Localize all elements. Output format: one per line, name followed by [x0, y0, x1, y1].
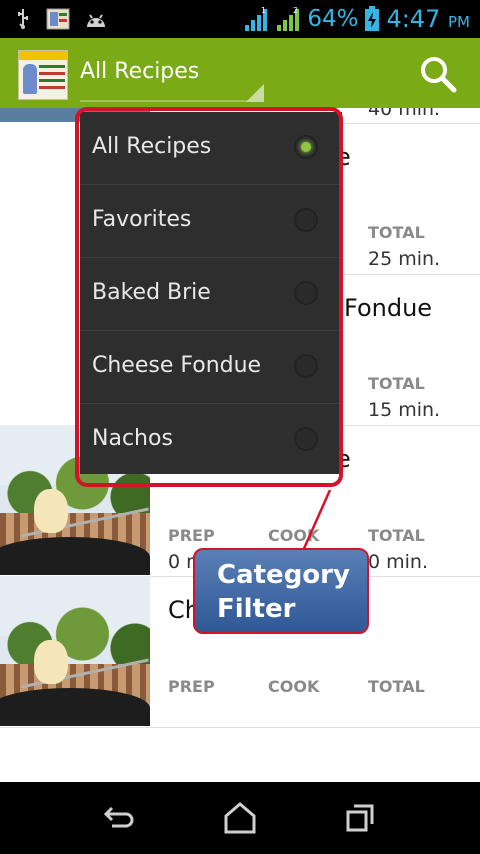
- recent-apps-icon[interactable]: [340, 800, 380, 836]
- radio-unselected-icon[interactable]: [294, 208, 318, 232]
- home-icon[interactable]: [220, 800, 260, 836]
- dropdown-item-all-recipes[interactable]: All Recipes: [80, 112, 342, 185]
- dropdown-item-label: Favorites: [92, 207, 192, 232]
- app-icon-figure: [23, 64, 37, 94]
- thumb-bread: [34, 640, 68, 684]
- dropdown-item-favorites[interactable]: Favorites: [80, 185, 342, 258]
- recipe-title: Fondue: [344, 294, 433, 322]
- radio-unselected-icon[interactable]: [294, 354, 318, 378]
- thumb-pot: [0, 537, 150, 575]
- status-system: 1 2 64% 4:47 PM: [243, 2, 470, 36]
- app-icon[interactable]: [18, 50, 68, 100]
- clock-ampm: PM: [448, 13, 470, 31]
- svg-text:1: 1: [261, 6, 266, 15]
- status-notifications: [14, 8, 108, 30]
- status-bar: 1 2 64% 4:47 PM: [0, 0, 480, 38]
- dropdown-item-nachos[interactable]: Nachos: [80, 404, 342, 476]
- recipe-total-value: 25 min.: [368, 248, 441, 270]
- recipe-total-label: TOTAL: [368, 374, 425, 393]
- search-icon[interactable]: [418, 54, 458, 94]
- spinner-underline: [80, 100, 264, 102]
- callout-line-2: Filter: [217, 594, 296, 624]
- dropdown-item-baked-brie[interactable]: Baked Brie: [80, 258, 342, 331]
- spinner-dropdown-indicator-icon: [246, 84, 264, 102]
- dropdown-item-label: Nachos: [92, 426, 173, 451]
- category-dropdown: All Recipes Favorites Baked Brie Cheese …: [80, 112, 342, 474]
- battery-charging-icon: [365, 6, 380, 31]
- thumb-bread: [34, 489, 68, 533]
- recipe-prep-label: PREP: [168, 677, 215, 696]
- radio-unselected-icon[interactable]: [294, 427, 318, 451]
- android-icon: [87, 14, 105, 27]
- dropdown-item-label: All Recipes: [92, 134, 212, 159]
- signal-1-icon: 1: [245, 6, 268, 31]
- dropdown-item-cheese-fondue[interactable]: Cheese Fondue: [80, 331, 342, 404]
- recipe-total-value: 0 min.: [368, 551, 428, 573]
- recipe-cook-label: COOK: [268, 677, 320, 696]
- thumb-pot: [0, 688, 150, 726]
- category-filter-callout: Category Filter: [193, 548, 369, 634]
- callout-line-1: Category: [217, 560, 350, 590]
- callout-text: Category Filter: [217, 558, 367, 626]
- usb-icon: [18, 9, 28, 29]
- clock-time: 4:47: [386, 5, 441, 33]
- app-icon-stripe: [19, 51, 67, 60]
- recipe-cook-label: COOK: [268, 526, 320, 545]
- notification-picture-icon: [46, 8, 70, 30]
- recipe-total-value: 15 min.: [368, 399, 441, 421]
- action-bar: All Recipes: [0, 38, 480, 108]
- recipe-total-value: 40 min.: [368, 108, 441, 120]
- radio-selected-icon[interactable]: [294, 135, 318, 159]
- dropdown-item-label: Baked Brie: [92, 280, 211, 305]
- recipe-total-label: TOTAL: [368, 223, 425, 242]
- battery-percent: 64%: [307, 6, 359, 32]
- navigation-bar: [0, 782, 480, 854]
- dropdown-item-label: Cheese Fondue: [92, 353, 262, 378]
- back-icon[interactable]: [100, 800, 140, 836]
- recipe-prep-label: PREP: [168, 526, 215, 545]
- app-icon-text-graphic: [39, 65, 65, 68]
- recipe-thumbnail: [0, 576, 150, 726]
- signal-2-icon: 2: [277, 6, 300, 31]
- recipe-total-label: TOTAL: [368, 677, 425, 696]
- category-spinner[interactable]: All Recipes: [80, 59, 199, 84]
- svg-text:2: 2: [293, 6, 298, 15]
- clock: 4:47 PM: [386, 5, 470, 33]
- radio-unselected-icon[interactable]: [294, 281, 318, 305]
- recipe-total-label: TOTAL: [368, 526, 425, 545]
